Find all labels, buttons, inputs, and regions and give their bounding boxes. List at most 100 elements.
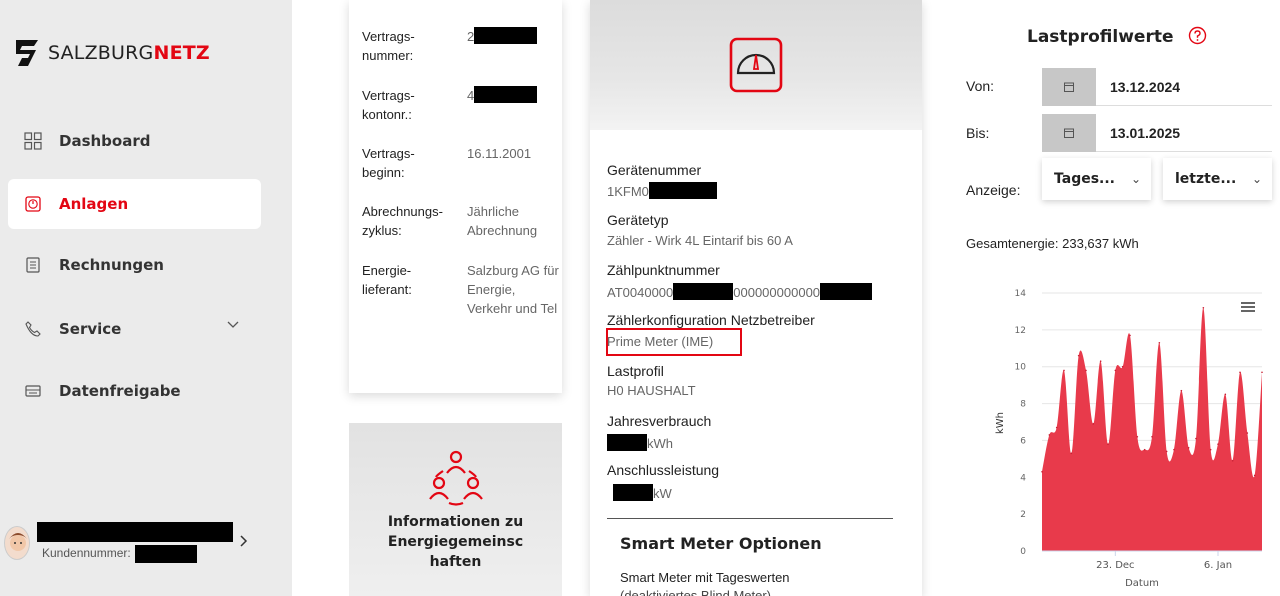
device-type-value: Zähler - Wirk 4L Eintarif bis 60 A <box>607 233 793 248</box>
nav-item-service[interactable]: Service <box>8 304 261 354</box>
data-point <box>1070 452 1073 455</box>
device-card: Gerätenummer 1KFM0 Gerätetyp Zähler - Wi… <box>590 0 922 596</box>
meter-icon <box>23 194 43 214</box>
calendar-icon <box>1064 82 1074 92</box>
load-profile-label: Lastprofil <box>607 363 664 379</box>
nav-item-dashboard[interactable]: Dashboard <box>8 116 261 166</box>
device-number-label: Gerätenummer <box>607 162 702 178</box>
y-tick-label: 12 <box>1015 326 1026 336</box>
data-point <box>1077 354 1080 357</box>
contract-start-value: 16.11.2001 <box>467 146 532 161</box>
supplier-label: Energie-lieferant: <box>362 263 412 297</box>
nav-item-rechnungen[interactable]: Rechnungen <box>8 240 261 290</box>
data-point <box>1180 389 1183 392</box>
data-point <box>1048 434 1051 436</box>
interval-select[interactable]: Tages... ⌄ <box>1042 158 1151 200</box>
meter-point-label: Zählpunktnummer <box>607 262 720 278</box>
data-point <box>1121 365 1124 368</box>
invoice-icon <box>23 255 43 275</box>
meter-point-value: AT0040000 000000000000 <box>607 283 873 300</box>
data-point <box>1107 443 1109 445</box>
data-point <box>1202 306 1205 309</box>
supplier-value: Salzburg AG für Energie, Verkehr und Tel <box>467 263 559 316</box>
billing-cycle-label: Abrechnungs-zyklus: <box>362 204 443 238</box>
user-profile[interactable]: Kundennummer: <box>0 515 292 575</box>
chevron-right-icon[interactable] <box>240 535 248 547</box>
data-point <box>1187 447 1190 449</box>
menu-icon[interactable] <box>1241 302 1255 312</box>
device-number-value: 1KFM0 <box>607 182 717 199</box>
from-date-input[interactable]: 13.12.2024 <box>1096 68 1272 106</box>
contract-number-value: 2 <box>467 27 562 46</box>
from-label: Von: <box>966 78 995 94</box>
y-tick-label: 4 <box>1020 473 1026 483</box>
data-point <box>1209 448 1212 451</box>
load-profile-value: H0 HAUSHALT <box>607 383 696 398</box>
meter-config-label: Zählerkonfiguration Netzbetreiber <box>607 312 815 328</box>
device-hero <box>590 0 922 130</box>
brand-logo[interactable]: SALZBURGNETZ <box>14 36 210 70</box>
interval-select-value: Tages... <box>1054 171 1115 187</box>
data-point <box>1253 474 1256 477</box>
load-profile-chart: kWh Datum 0 2 4 6 8 10 12 14 23. Dec 6. Jan <box>995 289 1263 589</box>
meter-icon <box>729 37 783 93</box>
data-point <box>1246 432 1249 434</box>
x-axis-label: Datum <box>1125 578 1159 589</box>
nav-label: Dashboard <box>59 132 151 150</box>
community-icon <box>429 450 483 506</box>
nav-label: Rechnungen <box>59 256 164 274</box>
contract-number-label: Vertrags-nummer: <box>362 29 415 63</box>
data-point <box>1239 371 1241 374</box>
data-point <box>1217 443 1219 445</box>
data-point <box>1129 334 1131 337</box>
brand-name: SALZBURGNETZ <box>48 42 210 64</box>
contract-start-label: Vertrags-beginn: <box>362 146 415 180</box>
help-icon[interactable] <box>1188 26 1207 45</box>
data-point <box>1085 369 1087 372</box>
data-point <box>1136 435 1139 438</box>
contract-card: Vertrags-nummer: 2 Vertrags-kontonr.: 4 … <box>349 0 562 393</box>
y-tick-label: 8 <box>1020 400 1026 410</box>
y-tick-label: 10 <box>1015 363 1027 373</box>
data-point <box>1151 435 1153 438</box>
data-point <box>1099 360 1102 362</box>
to-date-input[interactable]: 13.01.2025 <box>1096 114 1272 152</box>
nav-item-datenfreigabe[interactable]: Datenfreigabe <box>8 366 261 416</box>
load-profile-title: Lastprofilwerte <box>1027 27 1174 47</box>
calendar-icon <box>1064 128 1074 138</box>
period-select[interactable]: letzte... ⌄ <box>1163 158 1272 200</box>
customer-number-label: Kundennummer: <box>42 546 131 560</box>
energy-community-card[interactable]: Informationen zu Energiegemeinsc haften <box>349 423 562 596</box>
phone-icon <box>23 319 43 339</box>
to-label: Bis: <box>966 125 990 141</box>
connection-power-value: kW <box>607 484 672 501</box>
nav-label: Anlagen <box>59 195 129 213</box>
customer-number-redacted <box>135 545 197 563</box>
from-date-picker-button[interactable] <box>1042 68 1096 106</box>
smart-meter-option: Smart Meter mit Tageswerten <box>620 570 790 585</box>
highlight-box <box>606 328 742 356</box>
nav-item-anlagen[interactable]: Anlagen <box>8 179 261 229</box>
logo-mark-icon <box>16 40 38 66</box>
share-icon <box>23 381 43 401</box>
y-tick-label: 6 <box>1020 436 1026 446</box>
connection-power-label: Anschlussleistung <box>607 462 720 478</box>
y-tick-label: 0 <box>1020 547 1026 557</box>
avatar <box>4 526 30 560</box>
nav-label: Datenfreigabe <box>59 382 181 400</box>
series-area <box>1042 307 1262 551</box>
nav-label: Service <box>59 320 122 338</box>
data-point <box>1195 437 1197 440</box>
billing-cycle-value: Jährliche Abrechnung <box>467 204 538 238</box>
total-energy: Gesamtenergie: 233,637 kWh <box>966 236 1139 251</box>
data-point <box>1173 448 1175 451</box>
y-tick-label: 14 <box>1015 289 1027 299</box>
data-point <box>1231 459 1234 462</box>
y-tick-label: 2 <box>1020 510 1026 520</box>
to-date-picker-button[interactable] <box>1042 114 1096 152</box>
smart-meter-option-note: (deaktiviertes Blind Meter) <box>620 588 771 596</box>
chevron-down-icon[interactable] <box>227 321 239 329</box>
device-type-label: Gerätetyp <box>607 212 669 228</box>
data-point <box>1165 450 1168 453</box>
x-tick-label: 23. Dec <box>1096 560 1134 571</box>
